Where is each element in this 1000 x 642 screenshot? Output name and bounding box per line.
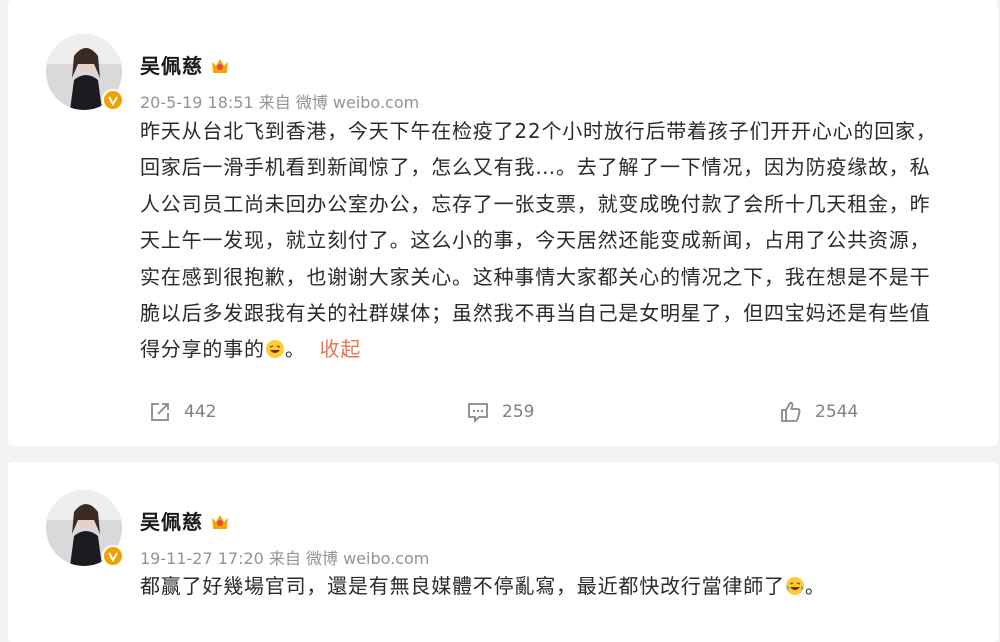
post-text-line: 昨天从台北飞到香港，今天下午在检疫了22个小时放行后带着孩子们开开心心的回家， (140, 119, 937, 143)
post-text-line: 得分享的事的 (140, 337, 265, 362)
verified-badge-icon (102, 545, 124, 567)
post-text-tail: 。 (804, 574, 826, 598)
post-text-tail: 。 (284, 337, 306, 362)
post-text: 都赢了好幾場官司，還是有無良媒體不停亂寫，最近都快改行當律師了。 (140, 568, 980, 604)
author-name[interactable]: 吴佩慈 (140, 50, 203, 79)
tears-of-joy-emoji-icon (785, 577, 804, 595)
post-text-last-line: 得分享的事的。收起 (140, 331, 980, 367)
post-actions: 442 259 2544 (8, 400, 998, 430)
verified-badge-icon (102, 89, 124, 111)
laughing-emoji-icon (265, 340, 284, 359)
post-text-line: 脆以后多发跟我有关的社群媒体；虽然我不再当自己是女明星了，但四宝妈还是有些值 (140, 301, 931, 326)
post-meta[interactable]: 19-11-27 17:20 来自 微博 weibo.com (140, 545, 429, 569)
post-text-line: 回家后一滑手机看到新闻惊了，怎么又有我…。去了解了一下情况，因为防疫缘故，私 (140, 155, 931, 180)
comment-icon (468, 403, 488, 424)
author-name[interactable]: 吴佩慈 (140, 506, 203, 535)
post-text-line: 实在感到很抱歉，也谢谢大家关心。这种事情大家都关心的情况之下，我在想是不是干 (140, 264, 931, 289)
repost-button[interactable]: 442 (148, 400, 216, 424)
member-crown-icon[interactable] (209, 510, 231, 532)
post-text-line: 都赢了好幾場官司，還是有無良媒體不停亂寫，最近都快改行當律師了 (140, 574, 785, 598)
comment-count: 259 (502, 402, 535, 422)
comment-button[interactable]: 259 (466, 400, 534, 424)
like-button[interactable]: 2544 (779, 400, 858, 424)
repost-count: 442 (184, 402, 217, 422)
like-count: 2544 (815, 402, 859, 422)
author-name-row: 吴佩慈 (140, 50, 231, 79)
post-text-line: 人公司员工尚未回办公室办公，忘存了一张支票，就变成晚付款了会所十几天租金，昨 (140, 191, 931, 216)
collapse-link[interactable]: 收起 (320, 337, 362, 361)
post-meta[interactable]: 20-5-19 18:51 来自 微博 weibo.com (140, 89, 419, 113)
post-text-line: 天上午一发现，就立刻付了。这么小的事，今天居然还能变成新闻，占用了公共资源， (140, 228, 931, 253)
repost-icon (151, 403, 169, 421)
weibo-post-2: 吴佩慈 19-11-27 17:20 来自 微博 weibo.com 都赢了好幾… (8, 462, 998, 642)
post-text: 昨天从台北飞到香港，今天下午在检疫了22个小时放行后带着孩子们开开心心的回家， … (140, 113, 980, 368)
post-text-last-line: 都赢了好幾場官司，還是有無良媒體不停亂寫，最近都快改行當律師了。 (140, 568, 980, 604)
weibo-post-1: 吴佩慈 20-5-19 18:51 来自 微博 weibo.com 昨天从台北飞… (8, 0, 998, 446)
author-name-row: 吴佩慈 (140, 506, 231, 535)
member-crown-icon[interactable] (209, 54, 231, 76)
like-icon (781, 401, 801, 422)
